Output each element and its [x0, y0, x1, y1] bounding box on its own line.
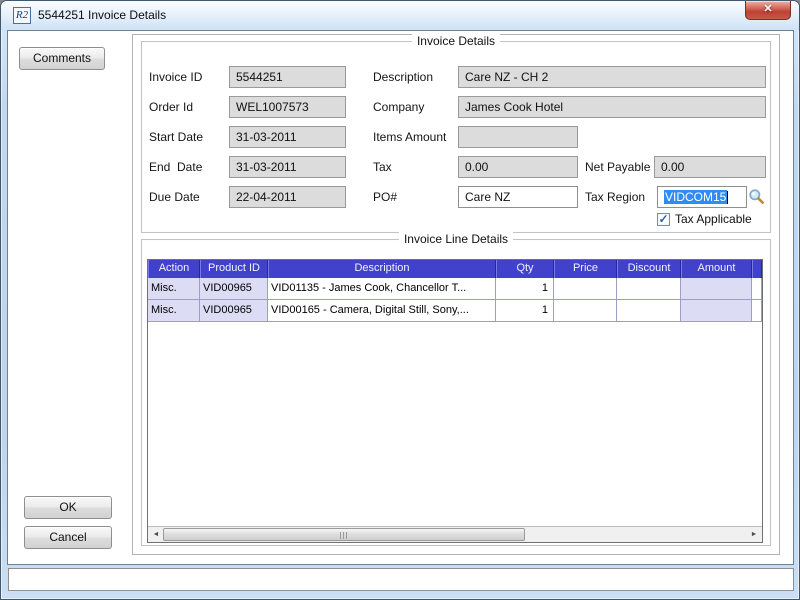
grid-row-2[interactable]: Misc. VID00965 VID00165 - Camera, Digita… [148, 300, 762, 322]
invoice-details-group-title: Invoice Details [412, 34, 500, 48]
scrollbar-thumb[interactable] [163, 528, 525, 541]
invoice-details-group: Invoice Details Invoice ID 5544251 Order… [141, 41, 771, 233]
invoice-line-details-group: Invoice Line Details Action Product ID D… [141, 239, 771, 546]
items-amount-label: Items Amount [373, 126, 446, 148]
scroll-right-arrow-icon[interactable]: ► [746, 527, 762, 542]
cell-price [554, 300, 617, 322]
column-header-spacer [752, 260, 762, 278]
description-label: Description [373, 66, 433, 88]
company-label: Company [373, 96, 424, 118]
due-date-field: 22-04-2011 [229, 186, 346, 208]
tax-label: Tax [373, 156, 392, 178]
items-amount-field [458, 126, 578, 148]
column-header-amount[interactable]: Amount [681, 260, 752, 278]
net-payable-label: Net Payable [585, 156, 650, 178]
tax-field: 0.00 [458, 156, 578, 178]
window-title: 5544251 Invoice Details [38, 8, 166, 22]
scroll-left-arrow-icon[interactable]: ◄ [148, 527, 164, 542]
invoice-id-label: Invoice ID [149, 66, 202, 88]
due-date-label: Due Date [149, 186, 200, 208]
app-logo-icon: R2 [13, 7, 31, 24]
company-field: James Cook Hotel [458, 96, 766, 118]
title-bar: R2 5544251 Invoice Details ✕ [1, 1, 799, 30]
description-field: Care NZ - CH 2 [458, 66, 766, 88]
close-button[interactable]: ✕ [745, 1, 791, 20]
cell-qty: 1 [496, 300, 554, 322]
net-payable-field: 0.00 [654, 156, 766, 178]
comments-button[interactable]: Comments [19, 47, 105, 70]
status-bar [8, 568, 794, 591]
cell-amount [681, 278, 752, 300]
grid-header-row: Action Product ID Description Qty Price … [148, 260, 762, 278]
start-date-label: Start Date [149, 126, 203, 148]
column-header-discount[interactable]: Discount [617, 260, 681, 278]
order-id-field: WEL1007573 [229, 96, 346, 118]
main-panel: Invoice Details Invoice ID 5544251 Order… [132, 34, 780, 555]
cell-description: VID00165 - Camera, Digital Still, Sony,.… [268, 300, 496, 322]
end-date-field: 31-03-2011 [229, 156, 346, 178]
cell-qty: 1 [496, 278, 554, 300]
tax-region-label: Tax Region [585, 186, 645, 208]
cell-spacer [752, 300, 762, 322]
po-label: PO# [373, 186, 397, 208]
column-header-product-id[interactable]: Product ID [200, 260, 268, 278]
text-caret [727, 191, 728, 204]
cell-product-id: VID00965 [200, 278, 268, 300]
grid-row-1[interactable]: Misc. VID00965 VID01135 - James Cook, Ch… [148, 278, 762, 300]
po-field[interactable]: Care NZ [458, 186, 578, 208]
dialog-content: Comments OK Cancel Invoice Details Invoi… [7, 30, 794, 565]
cell-action: Misc. [148, 300, 200, 322]
horizontal-scrollbar[interactable]: ◄ ► [148, 526, 762, 542]
column-header-action[interactable]: Action [148, 260, 200, 278]
scrollbar-grip-icon [340, 532, 348, 539]
cell-product-id: VID00965 [200, 300, 268, 322]
order-id-label: Order Id [149, 96, 193, 118]
ok-button[interactable]: OK [24, 496, 112, 519]
invoice-line-details-group-title: Invoice Line Details [399, 232, 513, 246]
column-header-price[interactable]: Price [554, 260, 617, 278]
tax-region-selected-text: VIDCOM15 [664, 190, 727, 204]
cell-discount [617, 300, 681, 322]
tax-region-field[interactable]: VIDCOM15 [657, 186, 747, 208]
search-icon[interactable] [748, 188, 765, 205]
cell-action: Misc. [148, 278, 200, 300]
tax-applicable-checkbox[interactable]: ✓ [657, 213, 670, 226]
end-date-label: End Date [149, 156, 202, 178]
cell-price [554, 278, 617, 300]
cell-amount [681, 300, 752, 322]
column-header-qty[interactable]: Qty [496, 260, 554, 278]
invoice-details-window: R2 5544251 Invoice Details ✕ Comments OK… [0, 0, 800, 600]
cell-description: VID01135 - James Cook, Chancellor T... [268, 278, 496, 300]
cell-spacer [752, 278, 762, 300]
column-header-description[interactable]: Description [268, 260, 496, 278]
tax-applicable-label: Tax Applicable [675, 212, 752, 227]
invoice-id-field: 5544251 [229, 66, 346, 88]
cancel-button[interactable]: Cancel [24, 526, 112, 549]
start-date-field: 31-03-2011 [229, 126, 346, 148]
invoice-lines-grid: Action Product ID Description Qty Price … [147, 259, 763, 543]
cell-discount [617, 278, 681, 300]
